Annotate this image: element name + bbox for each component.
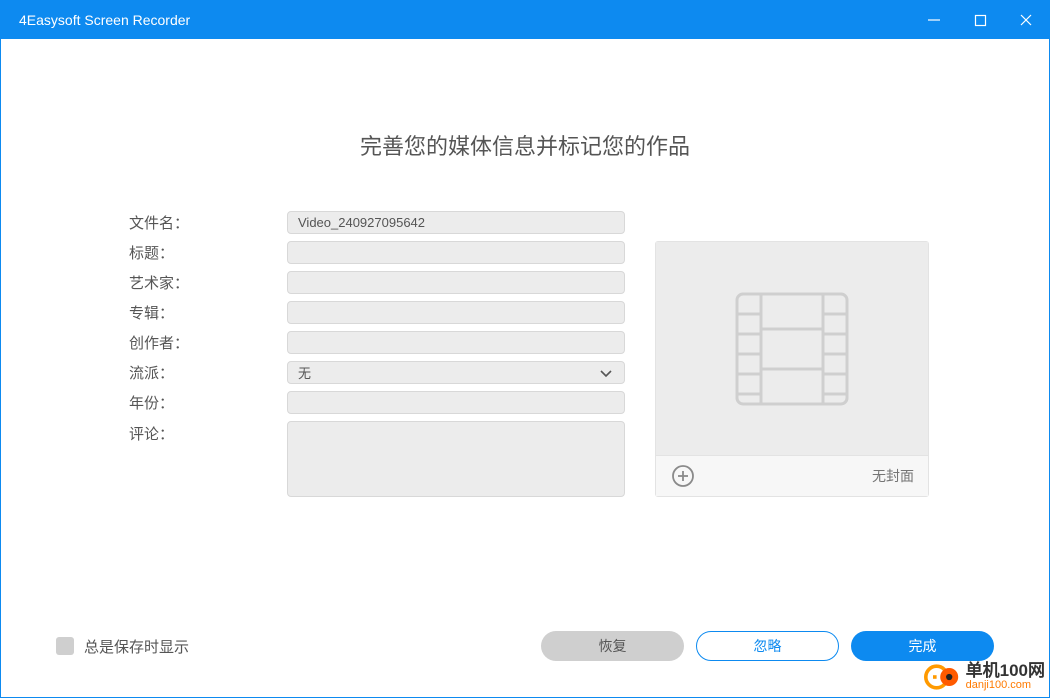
no-cover-label: 无封面 <box>872 466 914 486</box>
watermark-url: danji100.com <box>966 680 1045 692</box>
row-genre: 流派： 无 <box>129 361 625 384</box>
footer-bar: 总是保存时显示 恢复 忽略 完成 <box>1 631 1049 661</box>
watermark: 单机100网 danji100.com <box>924 659 1045 695</box>
close-icon <box>1019 13 1033 27</box>
window-controls <box>911 1 1049 39</box>
cover-panel: 无封面 <box>655 241 929 497</box>
always-show-checkbox[interactable]: 总是保存时显示 <box>56 636 189 657</box>
add-cover-button[interactable] <box>670 463 696 489</box>
watermark-logo-icon <box>924 659 960 695</box>
checkbox-icon <box>56 637 74 655</box>
label-creator: 创作者： <box>129 332 287 353</box>
cover-footer: 无封面 <box>656 456 928 496</box>
app-window: 4Easysoft Screen Recorder 完善您的媒体信息并标记您的作… <box>0 0 1050 698</box>
title-input[interactable] <box>287 241 625 264</box>
row-filename: 文件名： <box>129 211 625 234</box>
row-year: 年份： <box>129 391 625 414</box>
row-title: 标题： <box>129 241 625 264</box>
watermark-text: 单机100网 danji100.com <box>966 662 1045 691</box>
filename-input[interactable] <box>287 211 625 234</box>
label-artist: 艺术家： <box>129 272 287 293</box>
row-comment: 评论： <box>129 421 625 497</box>
always-show-label: 总是保存时显示 <box>84 636 189 657</box>
form-fields: 文件名： 标题： 艺术家： 专辑： 创作者： <box>129 211 625 504</box>
album-input[interactable] <box>287 301 625 324</box>
app-title: 4Easysoft Screen Recorder <box>19 12 190 28</box>
ignore-button[interactable]: 忽略 <box>696 631 839 661</box>
minimize-button[interactable] <box>911 1 957 39</box>
chevron-down-icon <box>598 365 614 381</box>
cover-preview <box>656 242 928 456</box>
maximize-icon <box>974 14 987 27</box>
titlebar: 4Easysoft Screen Recorder <box>1 1 1049 39</box>
label-title: 标题： <box>129 242 287 263</box>
close-button[interactable] <box>1003 1 1049 39</box>
minimize-icon <box>927 13 941 27</box>
watermark-cn: 单机100网 <box>966 662 1045 680</box>
row-artist: 艺术家： <box>129 271 625 294</box>
footer-buttons: 恢复 忽略 完成 <box>541 631 994 661</box>
plus-circle-icon <box>671 464 695 488</box>
label-genre: 流派： <box>129 362 287 383</box>
done-button[interactable]: 完成 <box>851 631 994 661</box>
row-album: 专辑： <box>129 301 625 324</box>
label-album: 专辑： <box>129 302 287 323</box>
row-creator: 创作者： <box>129 331 625 354</box>
form-area: 文件名： 标题： 艺术家： 专辑： 创作者： <box>1 211 1049 504</box>
genre-value: 无 <box>298 363 311 382</box>
artist-input[interactable] <box>287 271 625 294</box>
label-filename: 文件名： <box>129 212 287 233</box>
page-heading: 完善您的媒体信息并标记您的作品 <box>1 129 1049 161</box>
label-comment: 评论： <box>129 421 287 444</box>
restore-button[interactable]: 恢复 <box>541 631 684 661</box>
creator-input[interactable] <box>287 331 625 354</box>
film-icon <box>727 284 857 414</box>
label-year: 年份： <box>129 392 287 413</box>
maximize-button[interactable] <box>957 1 1003 39</box>
content-area: 完善您的媒体信息并标记您的作品 文件名： 标题： 艺术家： 专辑： <box>1 39 1049 697</box>
genre-select[interactable]: 无 <box>287 361 625 384</box>
comment-input[interactable] <box>287 421 625 497</box>
year-input[interactable] <box>287 391 625 414</box>
